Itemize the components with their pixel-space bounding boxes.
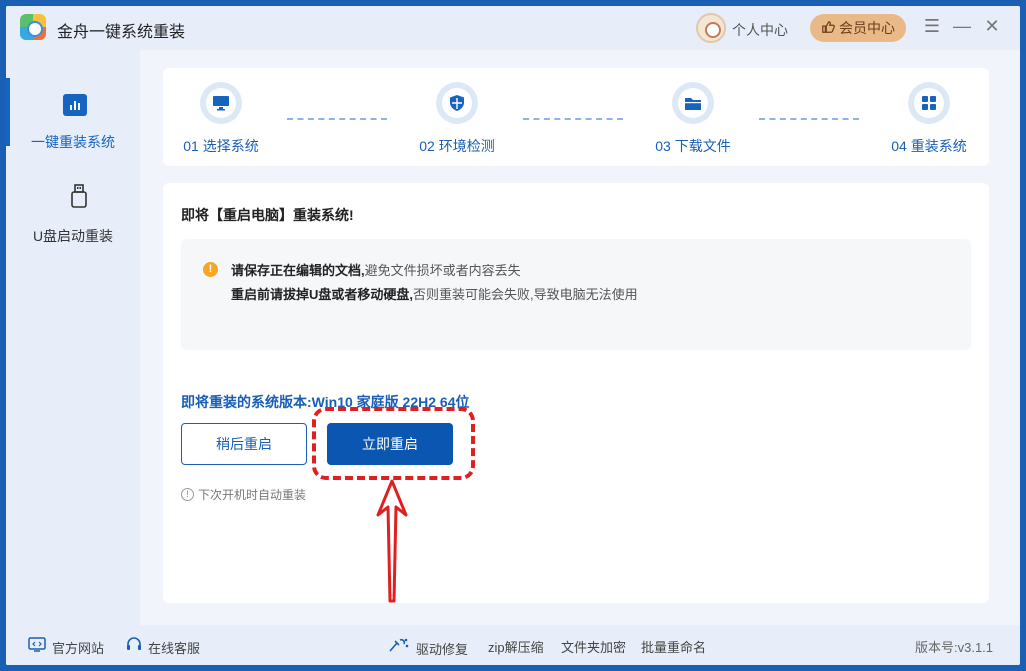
- step-label: 01 选择系统: [183, 138, 259, 154]
- progress-steps: 01 选择系统 02 环境检测 03 下载文件 04 重装系统: [163, 68, 989, 166]
- step-reinstall-system: 04 重装系统: [874, 82, 984, 156]
- notice-emphasis: 重启前请拔掉U盘或者移动硬盘,: [231, 287, 414, 302]
- step-connector: [759, 118, 859, 120]
- windows-grid-icon: [914, 88, 944, 118]
- page-title: 即将【重启电脑】重装系统!: [181, 207, 354, 223]
- restart-later-button[interactable]: 稍后重启: [181, 423, 307, 465]
- sidebar-item-label: U盘启动重装: [32, 228, 114, 244]
- chart-bars-icon: [63, 94, 87, 116]
- info-icon: !: [181, 488, 194, 501]
- headset-icon: [126, 637, 142, 657]
- reinstall-card: 即将【重启电脑】重装系统! ! 请保存正在编辑的文档,避免文件损坏或者内容丢失 …: [163, 183, 989, 603]
- folder-icon: [678, 88, 708, 118]
- step-label: 04 重装系统: [891, 138, 967, 154]
- notice-line-1: 请保存正在编辑的文档,避免文件损坏或者内容丢失: [231, 260, 521, 279]
- sidebar-item-usb-reinstall[interactable]: U盘启动重装: [6, 174, 140, 264]
- notice-text: 否则重装可能会失败,导致电脑无法使用: [413, 287, 638, 302]
- arrow-up-annotation-icon: [376, 479, 408, 603]
- batch-rename-link[interactable]: 批量重命名: [641, 637, 706, 656]
- folder-encrypt-link[interactable]: 文件夹加密: [561, 637, 626, 656]
- driver-repair-icon: [388, 637, 410, 659]
- version-number: 版本号:v3.1.1: [915, 640, 994, 655]
- app-title: 金舟一键系统重装: [57, 24, 186, 41]
- step-connector: [523, 118, 623, 120]
- app-logo-icon: [20, 14, 46, 40]
- auto-reinstall-note: ! 下次开机时自动重装: [181, 486, 306, 503]
- menu-icon[interactable]: ☰: [922, 16, 942, 37]
- driver-repair-link[interactable]: 驱动修复: [388, 637, 468, 659]
- warning-notice: ! 请保存正在编辑的文档,避免文件损坏或者内容丢失 重启前请拔掉U盘或者移动硬盘…: [181, 239, 971, 350]
- sidebar-item-one-click-reinstall[interactable]: 一键重装系统: [6, 80, 140, 170]
- footer-label: 驱动修复: [416, 641, 469, 657]
- step-label: 03 下载文件: [655, 138, 731, 154]
- footer-bar: 官方网站 在线客服 驱动修复 zip解压缩 文件夹加密 批量重命名 版本号:v3…: [6, 625, 1020, 665]
- zip-tool-link[interactable]: zip解压缩: [488, 637, 544, 656]
- shield-icon: [442, 88, 472, 118]
- usb-drive-icon: [67, 184, 91, 208]
- personal-center-link[interactable]: 个人中心: [732, 20, 788, 40]
- monitor-icon: [206, 88, 236, 118]
- footer-label: 在线客服: [148, 640, 201, 656]
- minimize-icon[interactable]: —: [952, 16, 972, 37]
- close-icon[interactable]: ✕: [982, 16, 1002, 37]
- footer-label: 官方网站: [52, 640, 105, 656]
- official-website-link[interactable]: 官方网站: [28, 637, 104, 657]
- notice-line-2: 重启前请拔掉U盘或者移动硬盘,否则重装可能会失败,导致电脑无法使用: [231, 284, 638, 303]
- avatar[interactable]: [696, 13, 726, 43]
- step-download-files: 03 下载文件: [638, 82, 748, 156]
- auto-note-text: 下次开机时自动重装: [198, 488, 307, 502]
- app-window: 金舟一键系统重装 个人中心 会员中心 ☰ — ✕ 一键重装系统 U盘启动重装 0…: [6, 6, 1020, 665]
- sidebar-item-label: 一键重装系统: [31, 134, 115, 150]
- member-center-label: 会员中心: [839, 20, 895, 36]
- step-environment-check: 02 环境检测: [402, 82, 512, 156]
- warning-icon: !: [203, 262, 218, 277]
- step-select-system: 01 选择系统: [166, 82, 276, 156]
- sidebar: 一键重装系统 U盘启动重装: [6, 50, 140, 665]
- main-panel: 01 选择系统 02 环境检测 03 下载文件 04 重装系统 即将【重启电脑】…: [140, 50, 1020, 625]
- title-bar: 金舟一键系统重装 个人中心 会员中心 ☰ — ✕: [6, 6, 1020, 50]
- step-label: 02 环境检测: [419, 138, 495, 154]
- thumbs-up-icon: [821, 20, 835, 37]
- notice-emphasis: 请保存正在编辑的文档,: [231, 263, 365, 278]
- step-connector: [287, 118, 387, 120]
- online-support-link[interactable]: 在线客服: [126, 637, 200, 657]
- notice-text: 避免文件损坏或者内容丢失: [364, 263, 521, 278]
- member-center-button[interactable]: 会员中心: [810, 14, 906, 42]
- highlight-annotation: [312, 407, 475, 480]
- website-monitor-icon: [28, 637, 46, 657]
